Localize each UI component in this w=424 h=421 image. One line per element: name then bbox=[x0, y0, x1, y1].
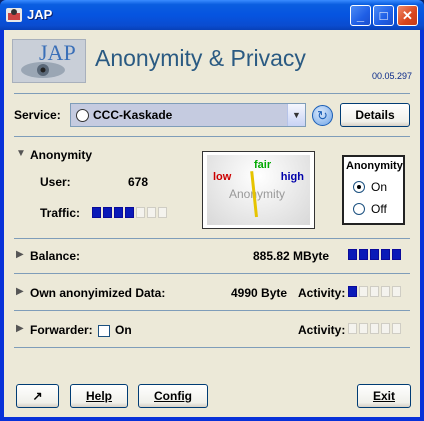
divider bbox=[14, 273, 410, 274]
maximize-button[interactable]: □ bbox=[373, 5, 394, 26]
gauge-low-label: low bbox=[213, 171, 232, 183]
chevron-down-icon[interactable]: ▼ bbox=[287, 104, 305, 126]
user-count: 678 bbox=[128, 175, 149, 189]
meter-segment bbox=[158, 207, 167, 218]
meter-segment bbox=[381, 286, 390, 297]
divider bbox=[14, 238, 410, 239]
service-select[interactable]: CCC-Kaskade ▼ bbox=[70, 103, 306, 127]
meter-segment bbox=[370, 286, 379, 297]
balance-label[interactable]: Balance: bbox=[30, 249, 80, 263]
globe-icon bbox=[76, 109, 89, 122]
app-icon bbox=[6, 8, 22, 22]
forwarder-activity-label: Activity: bbox=[298, 323, 346, 337]
anonymity-off-label[interactable]: Off bbox=[371, 202, 387, 216]
meter-segment bbox=[348, 249, 357, 260]
collapse-triangle-icon[interactable]: ▼ bbox=[16, 148, 26, 159]
balance-value: 885.82 MByte bbox=[253, 249, 330, 263]
meter-segment bbox=[359, 323, 368, 334]
meter-segment bbox=[370, 249, 379, 260]
anonymity-off-radio[interactable] bbox=[353, 203, 365, 215]
meter-segment bbox=[392, 286, 401, 297]
meter-segment bbox=[114, 207, 123, 218]
service-label: Service: bbox=[14, 108, 61, 122]
forwarder-label[interactable]: Forwarder: bbox=[30, 323, 93, 337]
service-selected: CCC-Kaskade bbox=[93, 108, 173, 122]
traffic-label: Traffic: bbox=[40, 206, 81, 220]
divider bbox=[14, 347, 410, 348]
anonymity-switch-title: Anonymity bbox=[346, 160, 403, 172]
gauge-high-label: high bbox=[280, 171, 304, 183]
own-data-activity-meter bbox=[348, 286, 401, 297]
pin-button[interactable]: ↗ bbox=[16, 384, 59, 408]
details-button[interactable]: Details bbox=[340, 103, 410, 127]
expand-triangle-icon[interactable]: ▶ bbox=[16, 323, 24, 334]
anonymity-switch-group: Anonymity On Off bbox=[342, 155, 405, 225]
expand-triangle-icon[interactable]: ▶ bbox=[16, 286, 24, 297]
traffic-meter bbox=[92, 207, 167, 218]
own-data-value: 4990 Byte bbox=[231, 286, 288, 300]
meter-segment bbox=[381, 249, 390, 260]
config-button[interactable]: Config bbox=[138, 384, 208, 408]
meter-segment bbox=[136, 207, 145, 218]
user-label: User: bbox=[40, 175, 71, 189]
meter-segment bbox=[359, 249, 368, 260]
anonymity-section-label[interactable]: Anonymity bbox=[30, 148, 92, 162]
meter-segment bbox=[348, 323, 357, 334]
meter-segment bbox=[359, 286, 368, 297]
anonymity-on-label[interactable]: On bbox=[371, 180, 387, 194]
divider bbox=[14, 136, 410, 137]
help-button[interactable]: Help bbox=[70, 384, 128, 408]
app-window: JAP _ □ ✕ JAP Anonymity & Privacy 00.05.… bbox=[0, 0, 424, 421]
gauge-name-label: Anonymity bbox=[229, 187, 286, 201]
meter-segment bbox=[92, 207, 101, 218]
window-title: JAP bbox=[27, 7, 53, 22]
meter-segment bbox=[370, 323, 379, 334]
anonymity-gauge: low fair high Anonymity bbox=[202, 151, 315, 229]
meter-segment bbox=[348, 286, 357, 297]
pin-icon: ↗ bbox=[32, 389, 43, 403]
refresh-icon[interactable]: ↻ bbox=[312, 105, 333, 126]
close-button[interactable]: ✕ bbox=[397, 5, 418, 26]
anonymity-on-radio[interactable] bbox=[353, 181, 365, 193]
forwarder-activity-meter bbox=[348, 323, 401, 334]
title-bar[interactable]: JAP _ □ ✕ bbox=[0, 0, 424, 30]
forwarder-checkbox-label[interactable]: On bbox=[115, 323, 132, 337]
own-data-label[interactable]: Own anonyimized Data: bbox=[30, 286, 165, 300]
meter-segment bbox=[125, 207, 134, 218]
client-area: JAP Anonymity & Privacy 00.05.297 Servic… bbox=[4, 30, 420, 417]
logo-text: JAP bbox=[39, 40, 76, 65]
own-data-activity-label: Activity: bbox=[298, 286, 346, 300]
meter-segment bbox=[147, 207, 156, 218]
balance-meter bbox=[348, 249, 401, 260]
app-heading: Anonymity & Privacy bbox=[95, 45, 306, 71]
meter-segment bbox=[392, 323, 401, 334]
exit-button[interactable]: Exit bbox=[357, 384, 411, 408]
gauge-fair-label: fair bbox=[254, 159, 272, 171]
minimize-button[interactable]: _ bbox=[350, 5, 371, 26]
divider bbox=[14, 93, 410, 94]
jap-logo: JAP bbox=[12, 39, 86, 83]
meter-segment bbox=[381, 323, 390, 334]
forwarder-checkbox[interactable] bbox=[98, 325, 110, 337]
divider bbox=[14, 310, 410, 311]
meter-segment bbox=[392, 249, 401, 260]
meter-segment bbox=[103, 207, 112, 218]
version-label: 00.05.297 bbox=[371, 71, 412, 81]
expand-triangle-icon[interactable]: ▶ bbox=[16, 249, 24, 260]
